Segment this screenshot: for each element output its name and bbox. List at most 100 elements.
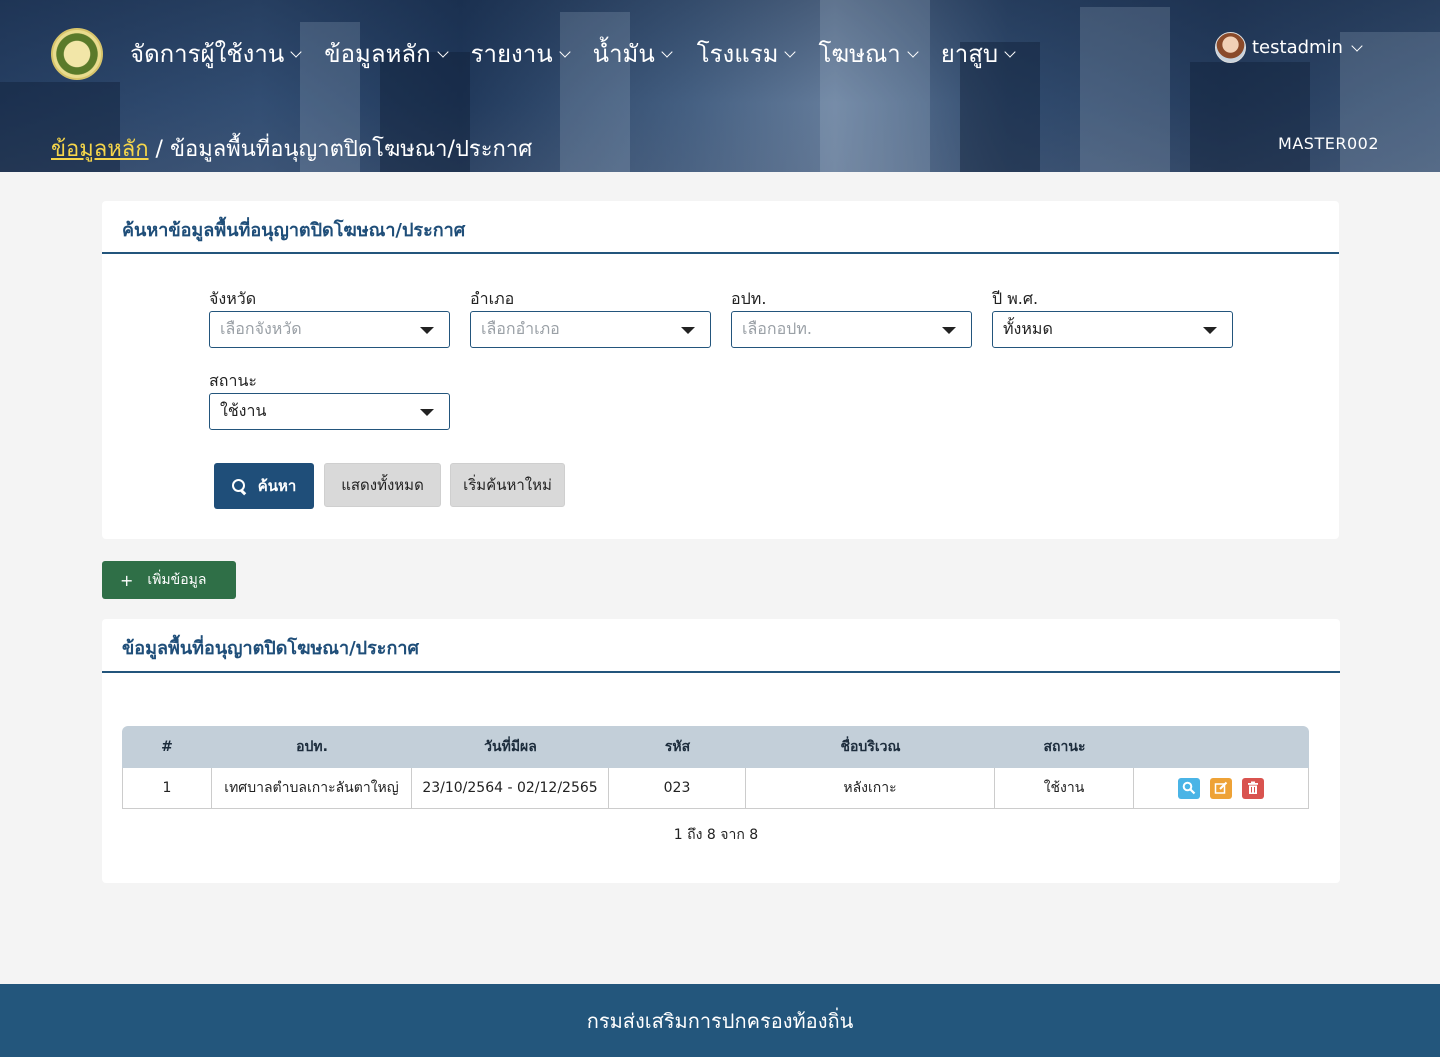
skyline-building — [1190, 62, 1310, 172]
reset-search-button-label: เริ่มค้นหาใหม่ — [463, 476, 552, 494]
cell-status: ใช้งาน — [995, 768, 1134, 809]
cell-number: 1 — [122, 768, 212, 809]
reset-search-button[interactable]: เริ่มค้นหาใหม่ — [450, 463, 565, 507]
nav-item-label: รายงาน — [470, 40, 553, 68]
year-select[interactable]: ทั้งหมด — [992, 311, 1233, 348]
search-button-label: ค้นหา — [257, 477, 297, 495]
main-nav: จัดการผู้ใช้งาน ข้อมูลหลัก รายงาน น้ำมัน… — [130, 34, 1038, 73]
nav-item-tobacco[interactable]: ยาสูบ — [940, 34, 1016, 73]
nav-item-label: น้ำมัน — [592, 40, 655, 68]
nav-item-fuel[interactable]: น้ำมัน — [592, 34, 673, 73]
province-field: จังหวัด เลือกจังหวัด — [209, 289, 450, 348]
nav-item-reports[interactable]: รายงาน — [470, 34, 571, 73]
status-value: ใช้งาน — [220, 401, 267, 420]
user-name: testadmin — [1252, 37, 1343, 58]
column-header-lao[interactable]: อปท. — [212, 726, 412, 768]
header: จัดการผู้ใช้งาน ข้อมูลหลัก รายงาน น้ำมัน… — [0, 0, 1440, 172]
province-label: จังหวัด — [209, 289, 257, 308]
column-header-status[interactable]: สถานะ — [995, 726, 1134, 768]
breadcrumb-separator: / — [148, 137, 170, 162]
table-row: 1 เทศบาลตำบลเกาะลันตาใหญ่ 23/10/2564 - 0… — [122, 768, 1309, 809]
show-all-button[interactable]: แสดงทั้งหมด — [324, 463, 441, 507]
nav-item-hotel[interactable]: โรงแรม — [696, 34, 797, 73]
results-table: # อปท. วันที่มีผล รหัส ชื่อบริเวณ สถานะ … — [122, 726, 1309, 809]
cell-actions — [1134, 768, 1309, 809]
chevron-down-icon — [558, 45, 571, 58]
trash-icon — [1248, 781, 1259, 794]
nav-item-label: ข้อมูลหลัก — [324, 40, 431, 68]
agency-logo[interactable] — [51, 28, 103, 80]
lao-value: เลือกอปท. — [742, 319, 812, 338]
nav-item-label: โฆษณา — [818, 40, 901, 68]
table-header-row: # อปท. วันที่มีผล รหัส ชื่อบริเวณ สถานะ — [122, 726, 1309, 768]
results-panel: ข้อมูลพื้นที่อนุญาตปิดโฆษณา/ประกาศ # อปท… — [102, 619, 1340, 883]
caret-down-icon — [420, 327, 434, 334]
add-data-button[interactable]: + เพิ่มข้อมูล — [102, 561, 236, 599]
chevron-down-icon — [661, 45, 673, 58]
province-value: เลือกจังหวัด — [220, 319, 302, 338]
district-value: เลือกอำเภอ — [481, 319, 560, 338]
cell-area-name: หลังเกาะ — [746, 768, 995, 809]
year-label: ปี พ.ศ. — [992, 289, 1039, 308]
nav-item-label: จัดการผู้ใช้งาน — [130, 40, 285, 68]
show-all-button-label: แสดงทั้งหมด — [341, 476, 424, 494]
district-field: อำเภอ เลือกอำเภอ — [470, 289, 711, 348]
status-field: สถานะ ใช้งาน — [209, 371, 450, 430]
status-label: สถานะ — [209, 371, 257, 390]
plus-icon: + — [120, 570, 134, 590]
column-header-actions — [1134, 726, 1309, 768]
results-panel-title: ข้อมูลพื้นที่อนุญาตปิดโฆษณา/ประกาศ — [102, 619, 1340, 673]
caret-down-icon — [681, 327, 695, 334]
year-value: ทั้งหมด — [1003, 319, 1053, 338]
nav-item-master-data[interactable]: ข้อมูลหลัก — [324, 34, 449, 73]
magnifier-icon — [1182, 781, 1195, 794]
column-header-code[interactable]: รหัส — [609, 726, 746, 768]
footer: กรมส่งเสริมการปกครองท้องถิ่น — [0, 984, 1440, 1057]
cell-effective-date: 23/10/2564 - 02/12/2565 — [412, 768, 609, 809]
view-button[interactable] — [1177, 777, 1200, 799]
add-data-button-label: เพิ่มข้อมูล — [147, 572, 207, 588]
search-panel: ค้นหาข้อมูลพื้นที่อนุญาตปิดโฆษณา/ประกาศ … — [102, 201, 1339, 539]
search-icon — [231, 479, 246, 493]
search-button[interactable]: ค้นหา — [214, 463, 314, 509]
chevron-down-icon — [1351, 39, 1363, 52]
page-code: MASTER002 — [1278, 134, 1379, 153]
district-label: อำเภอ — [470, 289, 515, 308]
caret-down-icon — [942, 327, 956, 334]
chevron-down-icon — [907, 45, 919, 58]
breadcrumb: ข้อมูลหลัก / ข้อมูลพื้นที่อนุญาตปิดโฆษณา… — [51, 131, 532, 166]
skyline-building — [820, 0, 930, 172]
lao-label: อปท. — [731, 289, 767, 308]
avatar — [1215, 32, 1246, 63]
footer-agency-name: กรมส่งเสริมการปกครองท้องถิ่น — [586, 1008, 854, 1033]
cell-code: 023 — [609, 768, 746, 809]
status-select[interactable]: ใช้งาน — [209, 393, 450, 430]
pagination-info: 1 ถึง 8 จาก 8 — [673, 827, 759, 843]
cell-lao: เทศบาลตำบลเกาะลันตาใหญ่ — [212, 768, 412, 809]
breadcrumb-link-master-data[interactable]: ข้อมูลหลัก — [51, 137, 149, 162]
nav-item-label: ยาสูบ — [940, 40, 999, 68]
province-select[interactable]: เลือกจังหวัด — [209, 311, 450, 348]
breadcrumb-current: ข้อมูลพื้นที่อนุญาตปิดโฆษณา/ประกาศ — [169, 137, 533, 162]
edit-button[interactable] — [1210, 777, 1232, 799]
year-field: ปี พ.ศ. ทั้งหมด — [992, 289, 1233, 348]
skyline-building — [1080, 7, 1170, 172]
caret-down-icon — [1203, 327, 1217, 334]
delete-button[interactable] — [1242, 777, 1265, 799]
edit-icon — [1214, 781, 1228, 794]
column-header-area-name[interactable]: ชื่อบริเวณ — [746, 726, 995, 768]
nav-item-label: โรงแรม — [696, 40, 779, 68]
nav-item-user-management[interactable]: จัดการผู้ใช้งาน — [130, 34, 302, 73]
district-select[interactable]: เลือกอำเภอ — [470, 311, 711, 348]
chevron-down-icon — [436, 45, 449, 58]
search-panel-title: ค้นหาข้อมูลพื้นที่อนุญาตปิดโฆษณา/ประกาศ — [102, 201, 1339, 254]
nav-item-advertising[interactable]: โฆษณา — [818, 34, 919, 73]
column-header-number[interactable]: # — [122, 726, 212, 768]
chevron-down-icon — [1004, 45, 1016, 58]
lao-field: อปท. เลือกอปท. — [731, 289, 972, 348]
user-menu[interactable]: testadmin — [1215, 32, 1363, 63]
chevron-down-icon — [784, 45, 797, 58]
column-header-effective-date[interactable]: วันที่มีผล — [412, 726, 609, 768]
lao-select[interactable]: เลือกอปท. — [731, 311, 972, 348]
chevron-down-icon — [290, 45, 302, 58]
